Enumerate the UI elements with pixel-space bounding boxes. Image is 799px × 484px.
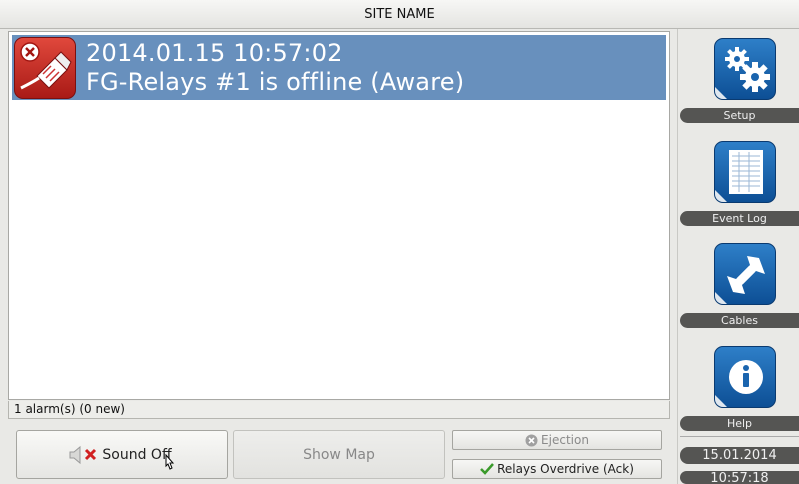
sound-off-button[interactable]: Sound Off [16, 430, 228, 479]
show-map-button[interactable]: Show Map [233, 430, 445, 479]
alarm-list[interactable]: 2014.01.15 10:57:02 FG-Relays #1 is offl… [8, 31, 670, 400]
window-title: SITE NAME [364, 6, 435, 22]
info-icon [714, 346, 776, 408]
sidebar-item-cables[interactable]: Cables [680, 243, 799, 341]
alarm-message: FG-Relays #1 is offline (Aware) [86, 67, 465, 96]
sidebar-item-setup[interactable]: Setup [680, 38, 799, 136]
sidebar-item-label: Cables [680, 313, 799, 328]
cable-arrows-icon [714, 243, 776, 305]
alarm-text: 2014.01.15 10:57:02 FG-Relays #1 is offl… [86, 39, 464, 97]
sidebar-item-event-log[interactable]: Event Log [680, 141, 799, 239]
show-map-label: Show Map [303, 446, 375, 463]
alarm-count-status: 1 alarm(s) (0 new) [8, 401, 670, 419]
document-icon [714, 141, 776, 203]
date-display: 15.01.2014 [680, 447, 799, 464]
window-title-bar: SITE NAME [0, 0, 799, 29]
ejection-button[interactable]: Ejection [452, 430, 662, 450]
gears-icon [714, 38, 776, 100]
sidebar-item-label: Help [680, 416, 799, 431]
mouse-cursor-icon [165, 453, 174, 470]
alarm-datetime: 2014.01.15 10:57:02 [86, 38, 343, 67]
sidebar-item-label: Event Log [680, 211, 799, 226]
sidebar-item-label: Setup [680, 108, 799, 123]
time-display: 10:57:18 [680, 471, 799, 484]
checkmark-icon [480, 463, 495, 475]
sidebar-item-help[interactable]: Help [680, 346, 799, 444]
alarm-list-item[interactable]: 2014.01.15 10:57:02 FG-Relays #1 is offl… [12, 35, 666, 100]
speaker-muted-icon [69, 445, 97, 464]
sidebar-divider [677, 29, 678, 484]
sidebar-separator [680, 436, 799, 437]
relays-overdrive-ack-button[interactable]: Relays Overdrive (Ack) [452, 459, 662, 479]
cancel-circle-icon [525, 434, 538, 446]
relays-overdrive-label: Relays Overdrive (Ack) [497, 462, 634, 476]
ejection-label: Ejection [541, 433, 589, 447]
relay-offline-icon [14, 36, 76, 99]
